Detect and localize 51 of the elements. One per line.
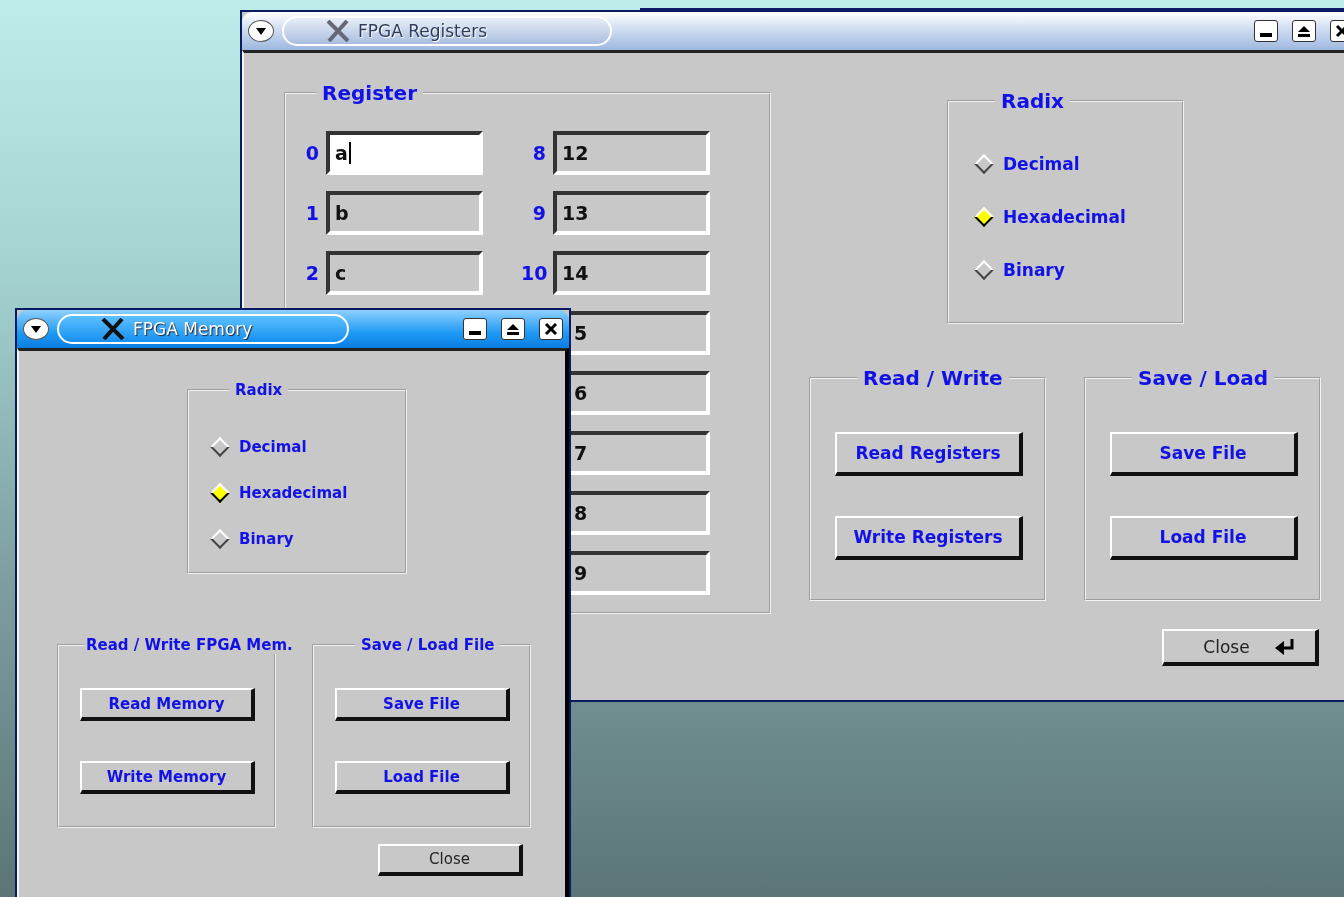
action-button[interactable]: Write Registers (835, 516, 1023, 560)
action-button[interactable]: Load File (1110, 516, 1298, 560)
group-title: Read / Write FPGA Mem. (85, 636, 294, 654)
return-icon (1273, 637, 1296, 656)
radio-label[interactable]: Binary (239, 530, 294, 548)
close-icon (543, 321, 559, 337)
input-field[interactable]: 12 (553, 131, 710, 175)
action-button[interactable]: Write Memory (80, 761, 255, 794)
input-field[interactable]: a (326, 131, 483, 175)
minimize-button[interactable] (463, 318, 487, 340)
radio-label[interactable]: Decimal (1003, 154, 1080, 174)
action-button[interactable]: Save File (1110, 432, 1298, 476)
window-title: FPGA Memory (133, 319, 253, 339)
action-button[interactable]: Save File (335, 688, 510, 721)
caret-icon (256, 27, 266, 35)
register-number: 0 (304, 142, 319, 164)
eject-icon (505, 321, 521, 337)
register-number: 8 (531, 142, 546, 164)
action-button[interactable]: Read Registers (835, 432, 1023, 476)
radio-label[interactable]: Hexadecimal (239, 484, 348, 502)
action-button[interactable]: Load File (335, 761, 510, 794)
eject-icon (1296, 23, 1312, 39)
input-field[interactable]: 13 (553, 191, 710, 235)
close-button[interactable]: Close (378, 844, 523, 876)
x-logo-icon (101, 318, 125, 340)
group-title: Save / Load (1137, 366, 1270, 390)
input-field[interactable]: c (326, 251, 483, 295)
group-title: Save / Load File (360, 636, 496, 654)
close-button[interactable]: Close (1162, 629, 1319, 666)
maximize-button[interactable] (501, 318, 525, 340)
group-title: Radix (1000, 89, 1065, 113)
caret-icon (31, 325, 41, 333)
register-number: 1 (304, 202, 319, 224)
close-button[interactable] (539, 318, 563, 340)
x-logo-icon (326, 20, 350, 42)
minimize-icon (469, 331, 481, 335)
group-title: Radix (234, 381, 284, 399)
register-number: 2 (304, 262, 319, 284)
radio-label[interactable]: Decimal (239, 438, 307, 456)
register-number: 9 (531, 202, 546, 224)
input-field[interactable]: b (326, 191, 483, 235)
window-title: FPGA Registers (358, 21, 488, 41)
minimize-icon (1260, 33, 1272, 37)
group-title: Register (321, 81, 419, 105)
radio-label[interactable]: Binary (1003, 260, 1065, 280)
group-title: Read / Write (862, 366, 1004, 390)
register-number: 10 (521, 262, 546, 284)
input-field[interactable]: 14 (553, 251, 710, 295)
radio-label[interactable]: Hexadecimal (1003, 207, 1126, 227)
window-menu-button[interactable] (23, 318, 49, 340)
action-button[interactable]: Read Memory (80, 688, 255, 721)
